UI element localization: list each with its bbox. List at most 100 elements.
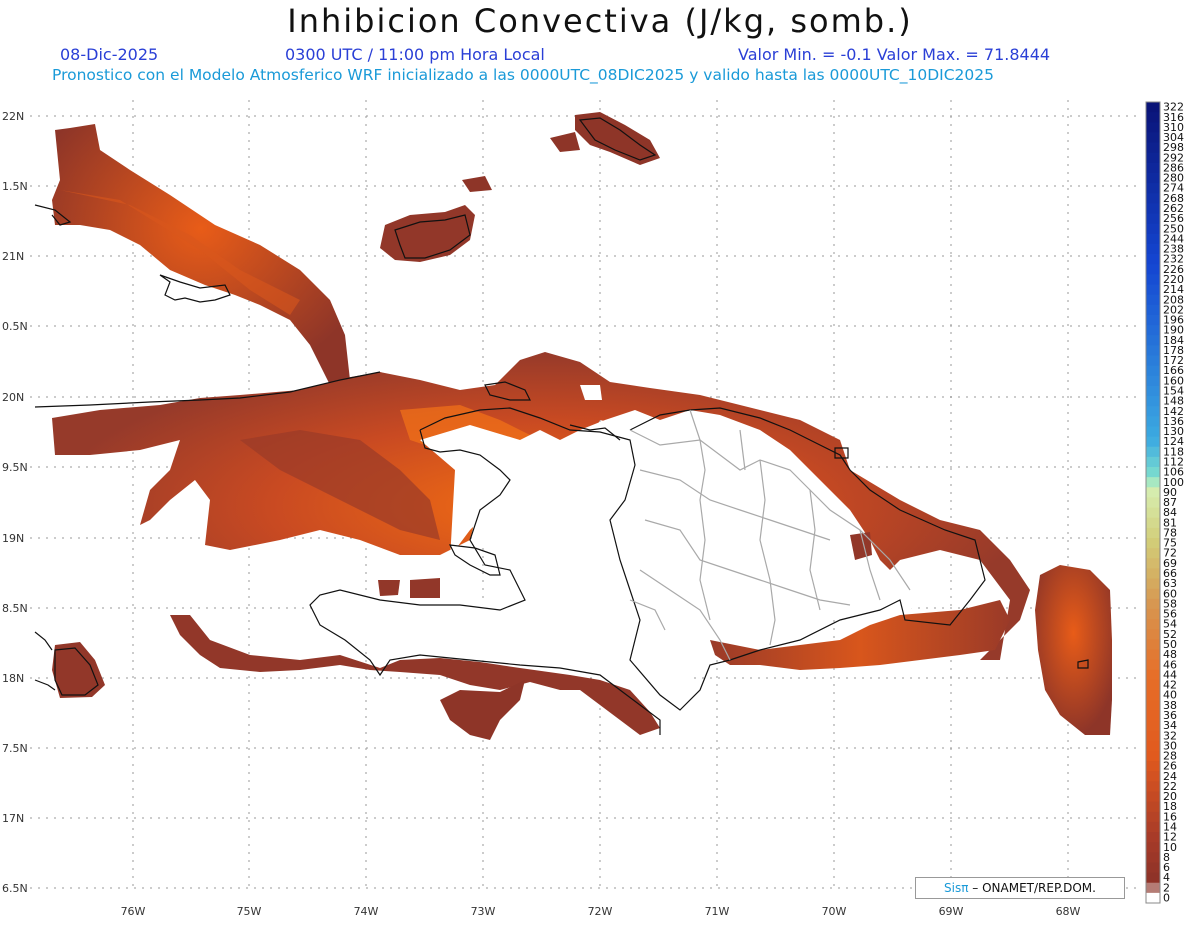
colorbar-swatch [1146,345,1160,356]
colorbar-swatch [1146,527,1160,539]
colorbar-swatch [1146,183,1160,194]
colorbar-swatch [1146,325,1160,336]
colorbar-swatch [1146,314,1160,326]
colorbar-swatch [1146,548,1160,559]
colorbar-swatch [1146,203,1160,215]
svg-text:22N: 22N [2,110,24,123]
colorbar-swatch [1146,355,1160,367]
svg-text:19N: 19N [2,532,24,545]
colorbar-swatch [1146,456,1160,468]
colorbar-swatch [1146,426,1160,438]
colorbar-swatch [1146,162,1160,174]
svg-text:71W: 71W [705,905,730,918]
lat-labels: 22N 1.5N 21N 0.5N 20N 9.5N 19N 8.5N 18N … [2,110,28,895]
svg-text:74W: 74W [354,905,379,918]
svg-text:6.5N: 6.5N [2,882,28,895]
colorbar-swatch [1146,406,1160,417]
colorbar-swatch [1146,172,1160,184]
svg-text:1.5N: 1.5N [2,180,28,193]
colorbar-swatch [1146,223,1160,235]
colorbar-swatch [1146,801,1160,813]
colorbar-swatch [1146,740,1160,752]
colorbar-swatch [1146,264,1160,275]
colorbar-swatch [1146,710,1160,721]
colorbar-swatch [1146,335,1160,346]
colorbar-swatch [1146,639,1160,651]
colorbar-swatch [1146,791,1160,803]
organization-text: – ONAMET/REP.DOM. [968,881,1096,895]
svg-text:9.5N: 9.5N [2,461,28,474]
colorbar-swatch [1146,649,1160,661]
colorbar-swatch [1146,294,1160,306]
colorbar-swatch [1146,872,1160,884]
colorbar-swatch [1146,771,1160,782]
lon-labels: 76W 75W 74W 73W 72W 71W 70W 69W 68W [121,905,1081,918]
svg-text:8.5N: 8.5N [2,602,28,615]
svg-text:21N: 21N [2,250,24,263]
colorbar-swatch [1146,365,1160,377]
colorbar-swatch [1146,142,1160,154]
colorbar-swatch [1146,598,1160,610]
colorbar-swatch [1146,132,1160,144]
colorbar-swatch [1146,568,1160,580]
colorbar-swatch [1146,304,1160,316]
colorbar-swatch [1146,730,1160,742]
colorbar-swatch [1146,558,1160,569]
colorbar-swatch [1146,446,1160,458]
svg-text:72W: 72W [588,905,613,918]
colorbar-swatch [1146,862,1160,874]
colorbar-swatch [1146,892,1160,904]
colorbar-swatch [1146,213,1160,225]
svg-text:68W: 68W [1056,905,1081,918]
svg-text:20N: 20N [2,391,24,404]
colorbar-swatch [1146,193,1160,204]
colorbar-swatch [1146,629,1160,640]
colorbar-swatch [1146,467,1160,478]
colorbar-swatch [1146,537,1160,549]
colorbar-swatch [1146,690,1160,701]
colorbar-swatch [1146,396,1160,407]
colorbar-swatch [1146,497,1160,509]
colorbar-swatch [1146,375,1160,387]
colorbar-swatch [1146,152,1160,164]
svg-text:7.5N: 7.5N [2,742,28,755]
sis-logo-text: Sisπ [944,881,969,895]
colorbar-swatch [1146,122,1160,133]
colorbar-swatch [1146,832,1160,843]
colorbar-label: 0 [1163,891,1170,904]
colorbar-swatch [1146,112,1160,123]
colorbar-swatch [1146,578,1160,590]
credit-box: Sisπ – ONAMET/REP.DOM. [915,877,1125,899]
colorbar-swatch [1146,416,1160,427]
svg-text:73W: 73W [471,905,496,918]
svg-text:76W: 76W [121,905,146,918]
svg-text:17N: 17N [2,812,24,825]
colorbar-swatch [1146,254,1160,265]
colorbar-swatch [1146,882,1160,894]
colorbar-swatch [1146,669,1160,681]
svg-text:18N: 18N [2,672,24,685]
colorbar-swatch [1146,436,1160,448]
colorbar-swatch [1146,761,1160,772]
colorbar-swatch [1146,821,1160,833]
colorbar-swatch [1146,659,1160,671]
colorbar: 3223163103042982922862802742682622562502… [1145,101,1184,904]
colorbar-swatch [1146,811,1160,823]
colorbar-swatch [1146,385,1160,397]
colorbar-swatch [1146,477,1160,488]
colorbar-swatch [1146,507,1160,519]
colorbar-swatch [1146,243,1160,255]
svg-text:0.5N: 0.5N [2,320,28,333]
colorbar-swatch [1146,517,1160,529]
colorbar-swatch [1146,102,1160,113]
colorbar-swatch [1146,588,1160,600]
colorbar-swatch [1146,720,1160,732]
svg-text:70W: 70W [822,905,847,918]
colorbar-swatch [1146,781,1160,792]
colorbar-swatch [1146,679,1160,691]
colorbar-swatch [1146,608,1160,620]
colorbar-swatch [1146,750,1160,762]
colorbar-swatch [1146,852,1160,863]
cin-map: 22N 1.5N 21N 0.5N 20N 9.5N 19N 8.5N 18N … [2,100,1184,918]
svg-text:75W: 75W [237,905,262,918]
